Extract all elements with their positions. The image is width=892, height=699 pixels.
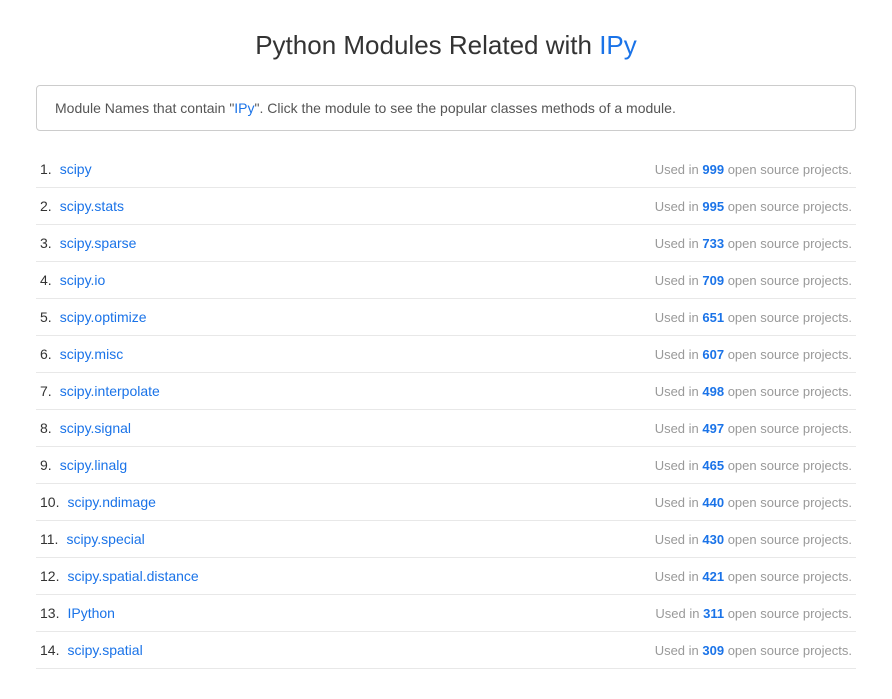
list-item: 1. scipy Used in 999 open source projects. xyxy=(36,151,856,188)
info-box: Module Names that contain "IPy". Click t… xyxy=(36,85,856,131)
list-item: 13. IPython Used in 311 open source projec… xyxy=(36,595,856,632)
module-usage: Used in 709 open source projects. xyxy=(655,273,852,288)
module-left: 1. scipy xyxy=(40,161,92,177)
usage-count: 465 xyxy=(702,458,724,473)
module-usage: Used in 309 open source projects. xyxy=(655,643,852,658)
module-number: 5. xyxy=(40,309,52,325)
module-number: 10. xyxy=(40,494,59,510)
page-title: Python Modules Related with IPy xyxy=(36,30,856,61)
usage-count: 421 xyxy=(702,569,724,584)
module-link[interactable]: scipy.ndimage xyxy=(67,494,155,510)
module-left: 3. scipy.sparse xyxy=(40,235,136,251)
page-title-prefix: Python Modules Related with xyxy=(255,30,599,60)
module-link[interactable]: scipy.optimize xyxy=(60,309,147,325)
usage-count: 733 xyxy=(702,236,724,251)
page-title-highlight: IPy xyxy=(599,30,637,60)
usage-count: 709 xyxy=(702,273,724,288)
usage-count: 498 xyxy=(702,384,724,399)
module-link[interactable]: scipy.io xyxy=(60,272,106,288)
list-item: 5. scipy.optimize Used in 651 open source … xyxy=(36,299,856,336)
module-left: 8. scipy.signal xyxy=(40,420,131,436)
module-usage: Used in 311 open source projects. xyxy=(655,606,852,621)
page-wrapper: Python Modules Related with IPy Module N… xyxy=(16,0,876,699)
info-text-before: Module Names that contain " xyxy=(55,100,234,116)
usage-count: 309 xyxy=(702,643,724,658)
usage-count: 651 xyxy=(702,310,724,325)
module-left: 10. scipy.ndimage xyxy=(40,494,156,510)
module-link[interactable]: scipy.misc xyxy=(60,346,124,362)
info-text-after: ". Click the module to see the popular c… xyxy=(255,100,676,116)
module-left: 2. scipy.stats xyxy=(40,198,124,214)
usage-count: 995 xyxy=(702,199,724,214)
module-usage: Used in 999 open source projects. xyxy=(655,162,852,177)
module-number: 9. xyxy=(40,457,52,473)
list-item: 4. scipy.io Used in 709 open source projec… xyxy=(36,262,856,299)
list-item: 8. scipy.signal Used in 497 open source pr… xyxy=(36,410,856,447)
module-left: 4. scipy.io xyxy=(40,272,105,288)
module-number: 12. xyxy=(40,568,59,584)
usage-count: 607 xyxy=(702,347,724,362)
module-number: 8. xyxy=(40,420,52,436)
list-item: 2. scipy.stats Used in 995 open source pro… xyxy=(36,188,856,225)
usage-count: 311 xyxy=(703,606,724,621)
list-item: 7. scipy.interpolate Used in 498 open sour… xyxy=(36,373,856,410)
list-item: 6. scipy.misc Used in 607 open source proj… xyxy=(36,336,856,373)
list-item: 11. scipy.special Used in 430 open source … xyxy=(36,521,856,558)
module-link[interactable]: scipy.interpolate xyxy=(60,383,160,399)
module-number: 7. xyxy=(40,383,52,399)
module-number: 14. xyxy=(40,642,59,658)
module-usage: Used in 995 open source projects. xyxy=(655,199,852,214)
module-number: 1. xyxy=(40,161,52,177)
module-usage: Used in 465 open source projects. xyxy=(655,458,852,473)
module-left: 13. IPython xyxy=(40,605,115,621)
module-number: 2. xyxy=(40,198,52,214)
list-item: 14. scipy.spatial Used in 309 open source … xyxy=(36,632,856,669)
module-link[interactable]: IPython xyxy=(67,605,114,621)
list-item: 9. scipy.linalg Used in 465 open source pr… xyxy=(36,447,856,484)
module-left: 12. scipy.spatial.distance xyxy=(40,568,199,584)
module-number: 6. xyxy=(40,346,52,362)
module-left: 9. scipy.linalg xyxy=(40,457,127,473)
module-list: 1. scipy Used in 999 open source projects.… xyxy=(36,151,856,669)
module-number: 13. xyxy=(40,605,59,621)
info-highlight: IPy xyxy=(234,100,254,116)
module-usage: Used in 497 open source projects. xyxy=(655,421,852,436)
module-number: 11. xyxy=(40,531,58,547)
list-item: 10. scipy.ndimage Used in 440 open source … xyxy=(36,484,856,521)
module-link[interactable]: scipy.spatial xyxy=(67,642,142,658)
module-usage: Used in 430 open source projects. xyxy=(655,532,852,547)
list-item: 3. scipy.sparse Used in 733 open source pr… xyxy=(36,225,856,262)
usage-count: 999 xyxy=(702,162,724,177)
module-link[interactable]: scipy.spatial.distance xyxy=(67,568,198,584)
module-usage: Used in 421 open source projects. xyxy=(655,569,852,584)
module-link[interactable]: scipy.sparse xyxy=(60,235,137,251)
module-link[interactable]: scipy.stats xyxy=(60,198,124,214)
module-link[interactable]: scipy.special xyxy=(66,531,144,547)
module-link[interactable]: scipy.linalg xyxy=(60,457,127,473)
module-number: 3. xyxy=(40,235,52,251)
module-usage: Used in 607 open source projects. xyxy=(655,347,852,362)
module-left: 14. scipy.spatial xyxy=(40,642,143,658)
module-left: 6. scipy.misc xyxy=(40,346,123,362)
module-link[interactable]: scipy.signal xyxy=(60,420,131,436)
module-link[interactable]: scipy xyxy=(60,161,92,177)
module-usage: Used in 651 open source projects. xyxy=(655,310,852,325)
usage-count: 430 xyxy=(702,532,724,547)
usage-count: 497 xyxy=(702,421,724,436)
list-item: 12. scipy.spatial.distance Used in 421 ope… xyxy=(36,558,856,595)
module-number: 4. xyxy=(40,272,52,288)
module-usage: Used in 498 open source projects. xyxy=(655,384,852,399)
module-usage: Used in 733 open source projects. xyxy=(655,236,852,251)
module-left: 5. scipy.optimize xyxy=(40,309,147,325)
usage-count: 440 xyxy=(702,495,724,510)
module-left: 7. scipy.interpolate xyxy=(40,383,160,399)
module-usage: Used in 440 open source projects. xyxy=(655,495,852,510)
module-left: 11. scipy.special xyxy=(40,531,145,547)
